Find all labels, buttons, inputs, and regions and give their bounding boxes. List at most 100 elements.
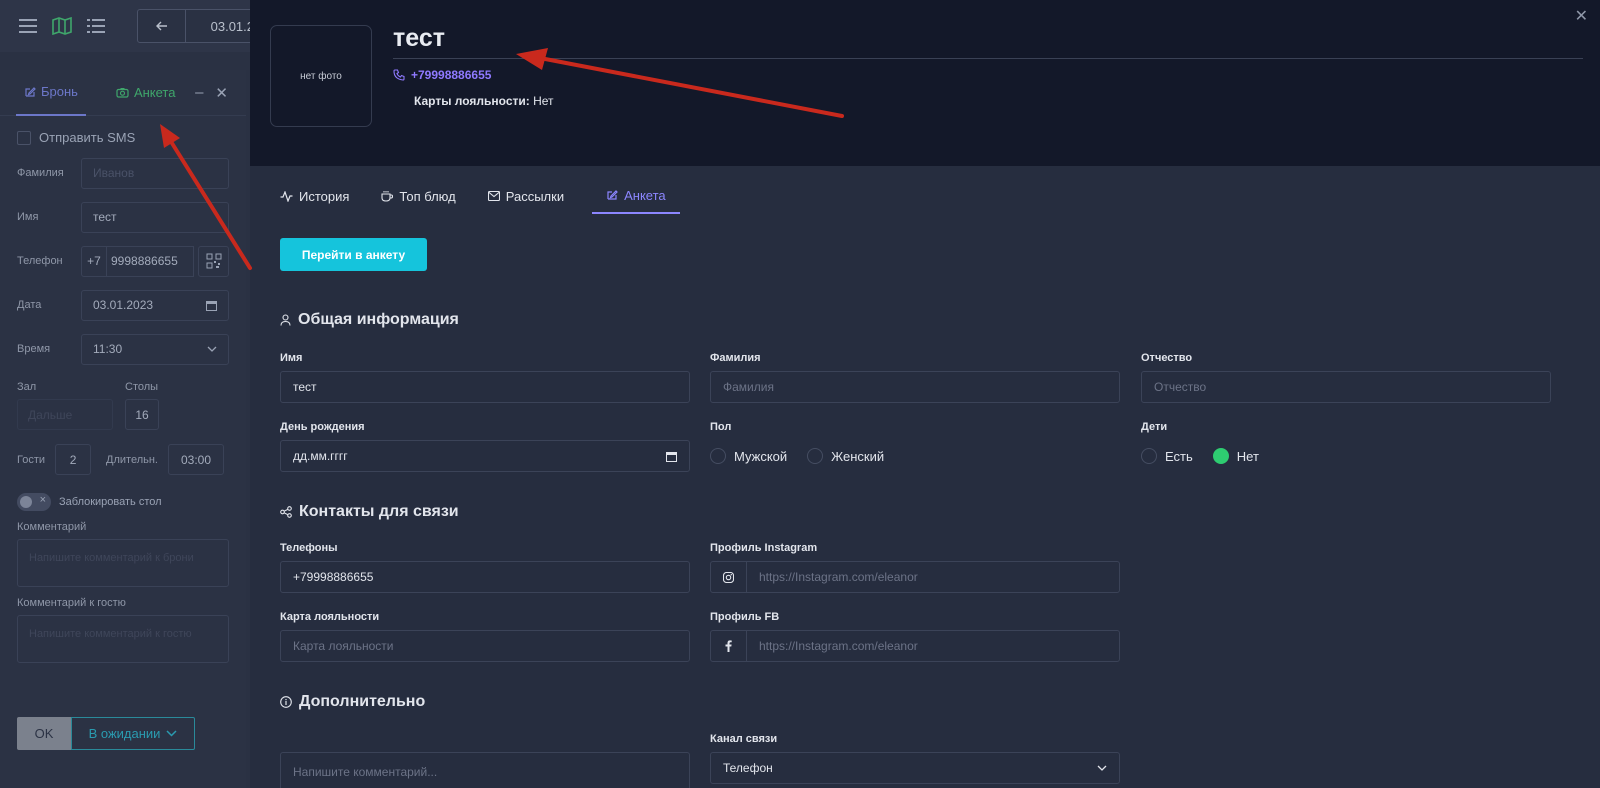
instagram-input[interactable]: https://Instagram.com/eleanor [747,570,1119,584]
loyalty-label: Карты лояльности: [414,94,530,108]
qr-code-icon [206,253,221,269]
panel-controls: – ✕ [195,84,228,102]
form-name-input[interactable]: тест [280,371,690,403]
channel-select[interactable]: Телефон [710,752,1120,784]
client-tabs: История Топ блюд Рассылки Анкета [250,174,1600,218]
loyalty-value: Нет [533,94,554,108]
go-to-form-button[interactable]: Перейти в анкету [280,238,427,271]
phone-prefix[interactable]: +7 [81,245,107,277]
surname-row: Фамилия Иванов [0,151,246,195]
duration-label: Длительн. [106,453,158,466]
children-yes-radio[interactable] [1141,448,1157,464]
loyalty-info: Карты лояльности: Нет [414,94,554,108]
date-input[interactable]: 03.01.2023 [81,289,229,321]
edit-icon [25,86,36,97]
form-surname-input[interactable]: Фамилия [710,371,1120,403]
children-no-label: Нет [1236,448,1259,464]
ok-button[interactable]: OK [17,717,71,750]
loyalty-card-input[interactable]: Карта лояльности [280,630,690,662]
name-divider [393,58,1583,59]
phone-input[interactable]: 9998886655 [106,245,194,277]
tab-form-active[interactable]: Анкета [592,178,680,214]
hall-select[interactable]: Дальше [17,399,113,430]
user-icon [280,314,291,326]
birthday-placeholder: дд.мм.гггг [293,449,348,463]
children-yes-label: Есть [1165,448,1193,464]
share-icon [280,506,292,518]
minimize-icon[interactable]: – [195,84,203,102]
map-icon[interactable] [52,16,72,36]
qr-code-button[interactable] [198,245,229,277]
info-icon [280,696,292,708]
surname-input[interactable]: Иванов [81,157,229,189]
gender-male-option[interactable]: Мужской [710,448,787,464]
form-patronymic-input[interactable]: Отчество [1141,371,1551,403]
channel-label: Канал связи [710,733,778,745]
modal-close-icon[interactable]: ✕ [1575,6,1588,26]
lock-table-row: Заблокировать стол [0,475,246,511]
tab-form-label: Анкета [133,85,176,100]
chevron-down-icon [166,730,177,737]
activity-icon [280,190,293,202]
comment-textarea[interactable]: Напишите комментарий к брони [17,539,229,587]
client-card-modal: нет фото тест +79998886655 Карты лояльно… [250,0,1600,788]
form-name-label: Имя [280,352,303,364]
tab-booking-label: Бронь [41,84,78,99]
phones-label: Телефоны [280,542,338,554]
facebook-input[interactable]: https://Instagram.com/eleanor [747,639,1119,653]
extra-heading: Дополнительно [280,693,425,711]
tables-select[interactable]: 16 [125,399,159,430]
list-icon[interactable] [86,16,106,36]
children-no-radio[interactable] [1212,448,1229,464]
extra-title: Дополнительно [299,693,426,710]
form-surname-label: Фамилия [710,352,761,364]
date-navigator: 03.01.2 [137,9,257,43]
guests-input[interactable]: 2 [55,444,92,475]
client-photo[interactable]: нет фото [270,25,372,127]
time-value: 11:30 [93,342,123,356]
facebook-label: Профиль FB [710,611,780,623]
client-phone-link[interactable]: +79998886655 [393,68,491,82]
comment-label: Комментарий [17,521,87,533]
mail-icon [487,191,500,201]
children-field: Дети Есть Нет [1141,421,1551,464]
children-no-option[interactable]: Нет [1212,448,1259,464]
hamburger-menu-icon[interactable] [18,16,38,36]
send-sms-checkbox[interactable] [17,130,31,145]
name-label: Имя [17,211,39,223]
phones-field: Телефоны +79998886655 [280,542,690,593]
tab-top-dishes[interactable]: Топ блюд [377,178,459,214]
tab-form[interactable]: Анкета [112,70,180,116]
date-row: Дата 03.01.2023 [0,283,246,327]
instagram-input-group: https://Instagram.com/eleanor [710,561,1120,593]
gender-female-radio[interactable] [807,448,824,464]
gender-male-radio[interactable] [710,448,726,464]
tab-mailings[interactable]: Рассылки [484,178,568,214]
date-value: 03.01.2023 [93,298,154,312]
birthday-input[interactable]: дд.мм.гггг [280,440,690,472]
children-label: Дети [1141,421,1168,433]
time-label: Время [17,343,51,355]
loyalty-card-label: Карта лояльности [280,611,380,623]
extra-comment-textarea[interactable]: Напишите комментарий... [280,752,690,788]
lock-table-toggle[interactable] [17,493,51,511]
tables-label: Столы [125,381,159,393]
instagram-label: Профиль Instagram [710,542,818,554]
tab-history[interactable]: История [276,178,353,214]
name-input[interactable]: тест [81,201,229,233]
phones-input[interactable]: +79998886655 [280,561,690,593]
guest-comment-textarea[interactable]: Напишите комментарий к гостю [17,615,229,663]
facebook-input-group: https://Instagram.com/eleanor [710,630,1120,662]
tab-booking[interactable]: Бронь [16,70,86,116]
close-icon[interactable]: ✕ [215,84,228,102]
time-select[interactable]: 11:30 [81,333,229,365]
gender-female-option[interactable]: Женский [807,448,884,464]
gender-female-label: Женский [831,448,885,464]
guest-comment-block: Комментарий к гостю Напишите комментарий… [0,587,246,663]
status-dropdown-button[interactable]: В ожидании [71,717,195,750]
children-yes-option[interactable]: Есть [1141,448,1193,464]
general-info-heading: Общая информация [280,311,459,329]
prev-date-button[interactable] [138,10,186,42]
current-date[interactable]: 03.01.2 [186,10,256,42]
duration-input[interactable]: 03:00 [168,444,224,475]
